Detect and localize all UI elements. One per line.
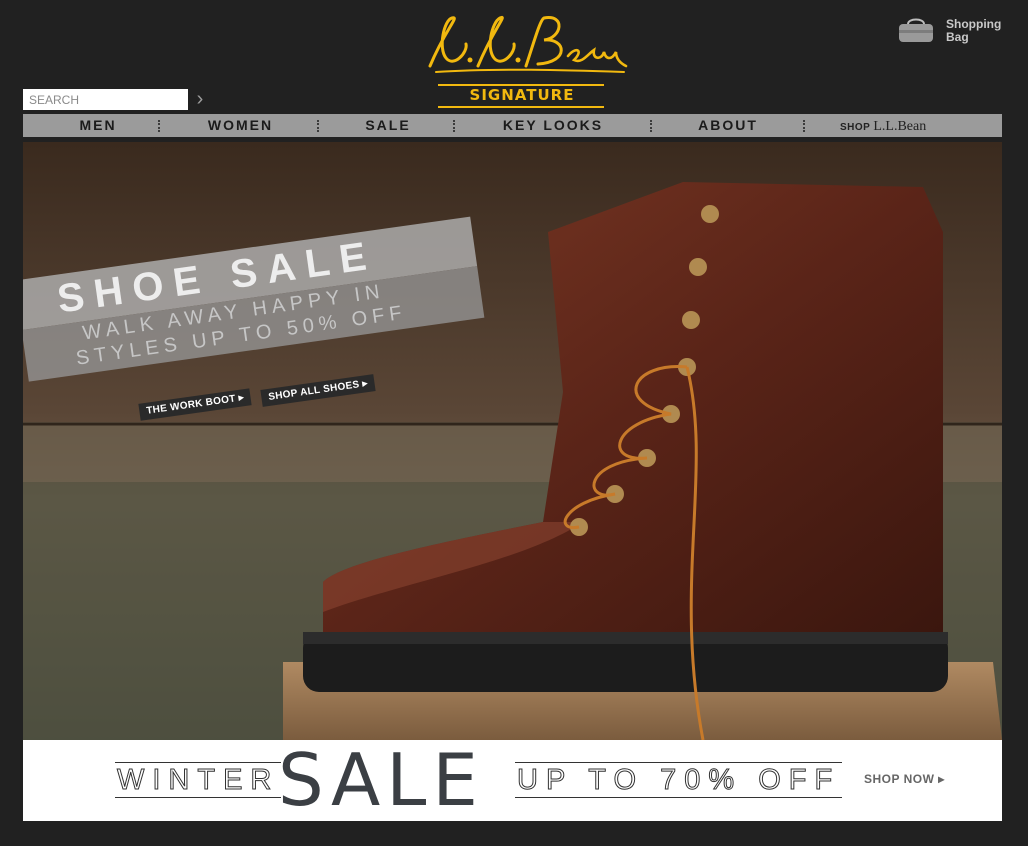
chevron-right-icon: ›	[196, 88, 204, 110]
winter-sale-promo[interactable]: WINTER SALE UP TO 70% OFF SHOP NOW ▸	[23, 740, 1002, 821]
nav-shop-llbean-link[interactable]: SHOP L.L.Bean	[840, 114, 926, 137]
promo-discount-text: UP TO 70% OFF	[515, 762, 843, 798]
nav-divider	[158, 120, 162, 132]
search-input[interactable]	[23, 89, 188, 110]
search-submit-button[interactable]: ›	[190, 89, 210, 110]
shopping-bag-icon	[899, 18, 933, 42]
llbean-signature-logo[interactable]: SIGNATURE	[412, 8, 632, 108]
promo-sale-text: SALE	[278, 738, 484, 822]
boot-hero-image	[23, 142, 1002, 740]
shopping-bag-link[interactable]: Shopping Bag	[896, 16, 1016, 50]
nav-item-men[interactable]: MEN	[63, 114, 133, 137]
nav-divider	[650, 120, 654, 132]
logo-signature-text: SIGNATURE	[469, 86, 575, 104]
shopping-bag-label: Shopping Bag	[946, 17, 1002, 44]
nav-item-key-looks[interactable]: KEY LOOKS	[488, 114, 618, 137]
nav-divider	[453, 120, 457, 132]
promo-winter-text: WINTER	[115, 762, 282, 798]
main-navigation: MEN WOMEN SALE KEY LOOKS ABOUT SHOP L.L.B…	[23, 114, 1002, 137]
logo-rule-bottom	[438, 106, 604, 108]
nav-shop-prefix: SHOP	[840, 122, 871, 133]
shop-now-button[interactable]: SHOP NOW ▸	[864, 772, 945, 786]
nav-divider	[803, 120, 807, 132]
hero-banner[interactable]: SHOE SALE WALK AWAY HAPPY IN STYLES UP T…	[23, 142, 1002, 740]
nav-item-about[interactable]: ABOUT	[688, 114, 768, 137]
nav-item-women[interactable]: WOMEN	[193, 114, 288, 137]
nav-shop-brand: L.L.Bean	[873, 119, 927, 134]
nav-divider	[317, 120, 321, 132]
nav-item-sale[interactable]: SALE	[353, 114, 423, 137]
llbean-script-logo	[428, 15, 628, 73]
